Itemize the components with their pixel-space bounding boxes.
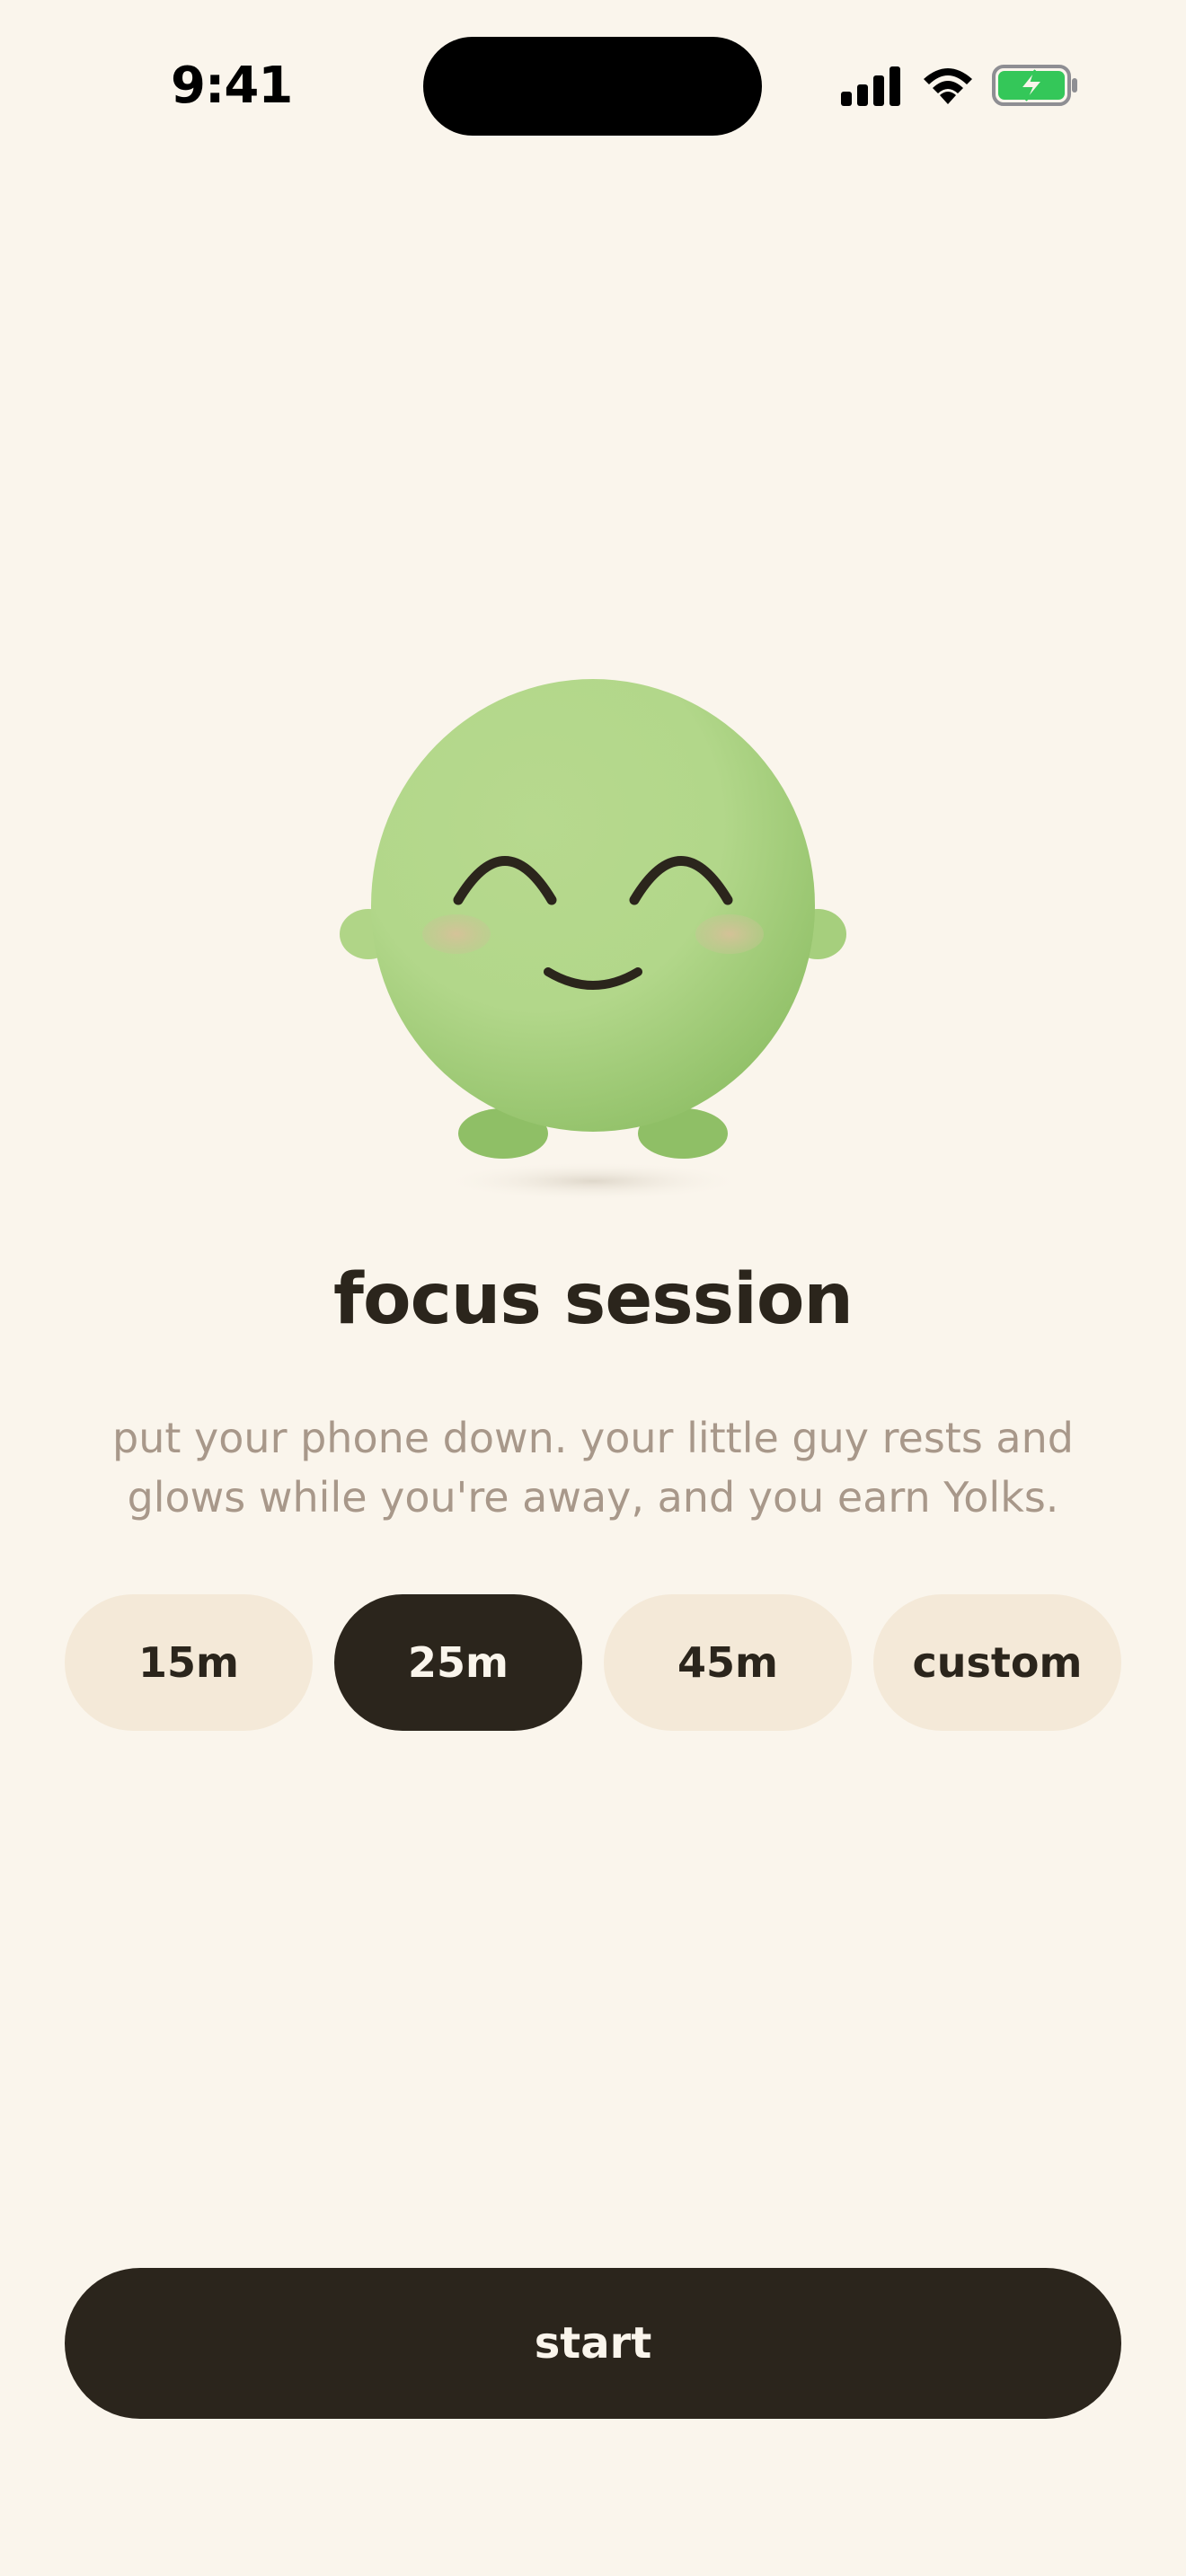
start-button[interactable]: start [65, 2268, 1121, 2419]
page-title: focus session [333, 1259, 854, 1340]
duration-option-25m[interactable]: 25m [334, 1594, 582, 1731]
wifi-icon [924, 68, 972, 104]
mascot-illustration [323, 638, 863, 1201]
duration-selector: 15m 25m 45m custom [65, 1594, 1121, 1731]
mascot-body [371, 679, 815, 1132]
cellular-signal-icon [841, 66, 900, 106]
battery-charging-icon [992, 65, 1077, 106]
status-time: 9:41 [171, 57, 293, 115]
mascot-shadow [440, 1161, 746, 1201]
status-bar: 9:41 [0, 0, 1186, 171]
dynamic-island [423, 37, 762, 136]
mascot-right-cheek [695, 914, 764, 954]
duration-option-45m[interactable]: 45m [604, 1594, 852, 1731]
status-icons [839, 63, 1082, 108]
mascot-left-cheek [422, 914, 491, 954]
duration-option-custom[interactable]: custom [873, 1594, 1121, 1731]
duration-option-15m[interactable]: 15m [65, 1594, 313, 1731]
page-description: put your phone down. your little guy res… [112, 1414, 1074, 1522]
little-guy-mascot [323, 638, 863, 1222]
